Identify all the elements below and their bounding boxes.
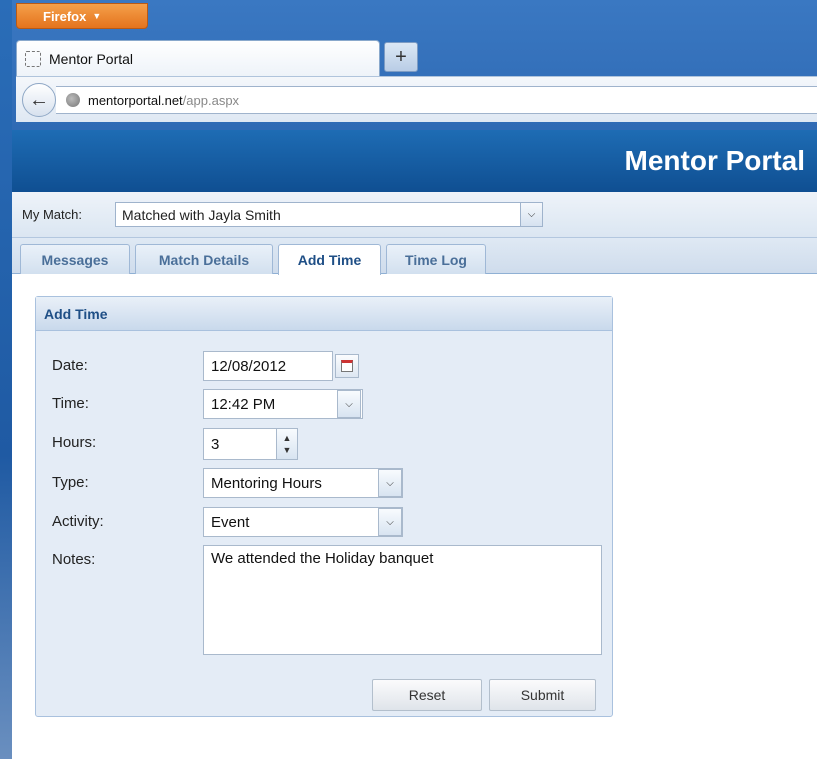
back-arrow-icon: ← [29,88,49,111]
url-path: /app.aspx [182,92,240,108]
reset-button[interactable]: Reset [372,679,482,711]
tab-match-details[interactable]: Match Details [135,244,273,274]
notes-label: Notes: [52,551,96,568]
new-tab-button[interactable]: + [384,42,418,72]
chevron-down-icon[interactable]: ⌵ [378,469,402,497]
type-select[interactable]: Mentoring Hours [203,468,403,498]
match-label: My Match: [22,207,82,222]
globe-icon [66,93,80,107]
calendar-icon[interactable] [335,354,359,378]
app-title: Mentor Portal [624,145,805,176]
date-label: Date: [52,357,88,374]
panel-title: Add Time [36,297,612,331]
chevron-down-icon: ▼ [92,11,102,21]
match-select[interactable]: Matched with Jayla Smith ⌵ [115,202,543,227]
chevron-down-icon[interactable]: ⌵ [378,508,402,536]
hours-label: Hours: [52,434,97,451]
chevron-down-icon[interactable]: ⌵ [520,203,542,226]
submit-button[interactable]: Submit [489,679,596,711]
url-host: mentorportal.net [88,92,183,108]
browser-tab[interactable]: Mentor Portal [16,40,380,76]
tab-bar: Messages Match Details Add Time Time Log [12,238,817,275]
add-time-panel: Add Time Date: 12/08/2012 Time: 12:42 PM… [35,296,613,717]
activity-label: Activity: [52,513,104,530]
match-select-value: Matched with Jayla Smith [122,206,281,223]
tab-messages[interactable]: Messages [20,244,130,274]
tab-add-time[interactable]: Add Time [278,244,381,275]
firefox-menu-button[interactable]: Firefox ▼ [16,3,148,29]
firefox-menu-label: Firefox [43,8,87,24]
match-bar: My Match: Matched with Jayla Smith ⌵ [12,192,817,238]
app-header: Mentor Portal [12,130,817,192]
date-input[interactable]: 12/08/2012 [203,351,333,381]
activity-select[interactable]: Event [203,507,403,537]
hours-input[interactable]: 3 [203,428,277,460]
url-bar[interactable]: mentorportal.net/app.aspx [56,86,817,114]
window-frame-edge [0,0,12,759]
spinner-icon[interactable]: ▲ ▼ [276,428,298,460]
chevron-down-icon[interactable]: ⌵ [337,390,361,418]
back-button[interactable]: ← [22,83,56,117]
browser-chrome: Firefox ▼ Mentor Portal + ← mentorportal… [12,0,817,130]
time-label: Time: [52,395,89,412]
page-icon [25,50,41,67]
type-label: Type: [52,474,89,491]
tab-time-log[interactable]: Time Log [386,244,486,274]
browser-tab-title: Mentor Portal [49,50,134,67]
navigation-bar: ← mentorportal.net/app.aspx [16,76,817,122]
notes-textarea[interactable]: We attended the Holiday banquet [203,545,602,655]
